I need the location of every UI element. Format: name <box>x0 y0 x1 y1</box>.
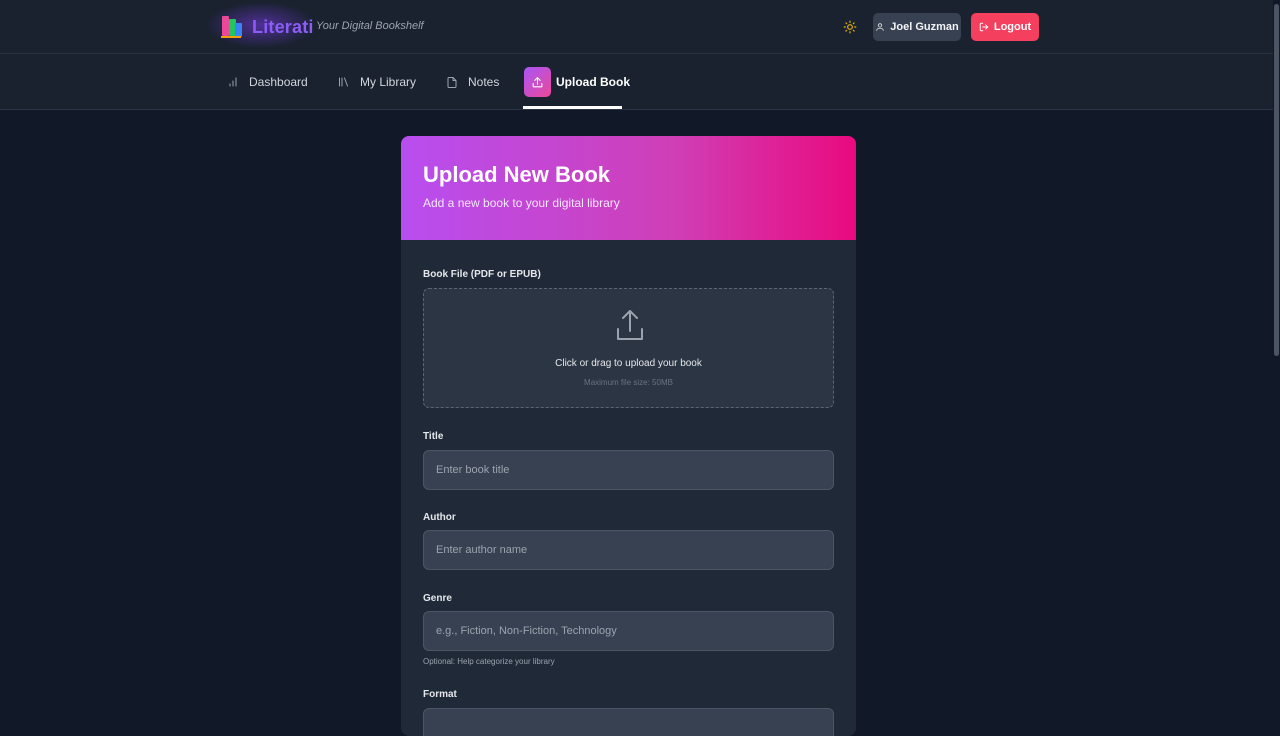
logout-label: Logout <box>993 21 1032 33</box>
bar-chart-icon <box>229 77 237 87</box>
app-name: Literati <box>252 16 314 37</box>
theme-toggle-button[interactable] <box>838 15 862 39</box>
user-icon <box>876 23 885 31</box>
books-logo-icon <box>220 14 246 40</box>
nav-tab-dashboard[interactable]: Dashboard <box>227 54 308 110</box>
genre-help-text: Optional: Help categorize your library <box>423 657 555 666</box>
genre-label: Genre <box>423 593 452 604</box>
top-header: Literati Your Digital Bookshelf Joel Guz… <box>0 0 1280 54</box>
upload-icon <box>524 67 551 97</box>
sun-icon <box>843 20 857 34</box>
title-label: Title <box>423 431 444 442</box>
card-header: Upload New Book Add a new book to your d… <box>401 136 856 240</box>
nav-label-upload-book: Upload Book <box>556 75 630 89</box>
user-name: Joel Guzman <box>890 21 959 33</box>
document-icon <box>447 76 457 88</box>
library-icon <box>339 77 348 87</box>
page-subtitle: Add a new book to your digital library <box>423 196 620 210</box>
nav-tab-my-library[interactable]: My Library <box>337 54 416 110</box>
format-select[interactable] <box>423 708 834 736</box>
author-label: Author <box>423 512 456 523</box>
upload-icon <box>617 310 643 340</box>
nav-tab-upload-book[interactable]: Upload Book <box>524 54 630 110</box>
file-dropzone[interactable] <box>423 288 834 408</box>
active-tab-indicator <box>523 106 622 109</box>
author-input[interactable] <box>423 530 834 570</box>
genre-input[interactable] <box>423 611 834 651</box>
logout-button[interactable]: Logout <box>971 13 1039 41</box>
dropzone-hint: Maximum file size: 50MB <box>584 378 673 387</box>
nav-label-dashboard: Dashboard <box>249 75 308 89</box>
page-scrollbar-thumb[interactable] <box>1274 4 1279 356</box>
title-input[interactable] <box>423 450 834 490</box>
main-nav: Dashboard My Library Notes Upload Book <box>0 54 1280 110</box>
nav-label-my-library: My Library <box>360 75 417 89</box>
brand-logo[interactable]: Literati <box>206 2 316 48</box>
nav-label-notes: Notes <box>468 75 500 89</box>
app-tagline: Your Digital Bookshelf <box>316 20 424 32</box>
upload-card: Upload New Book Add a new book to your d… <box>401 136 856 736</box>
format-label: Format <box>423 689 457 700</box>
book-file-label: Book File (PDF or EPUB) <box>423 269 541 280</box>
page-title: Upload New Book <box>423 162 611 187</box>
user-profile-button[interactable]: Joel Guzman <box>873 13 961 41</box>
dropzone-text: Click or drag to upload your book <box>555 358 702 369</box>
logout-icon <box>979 22 989 32</box>
nav-tab-notes[interactable]: Notes <box>446 54 499 110</box>
